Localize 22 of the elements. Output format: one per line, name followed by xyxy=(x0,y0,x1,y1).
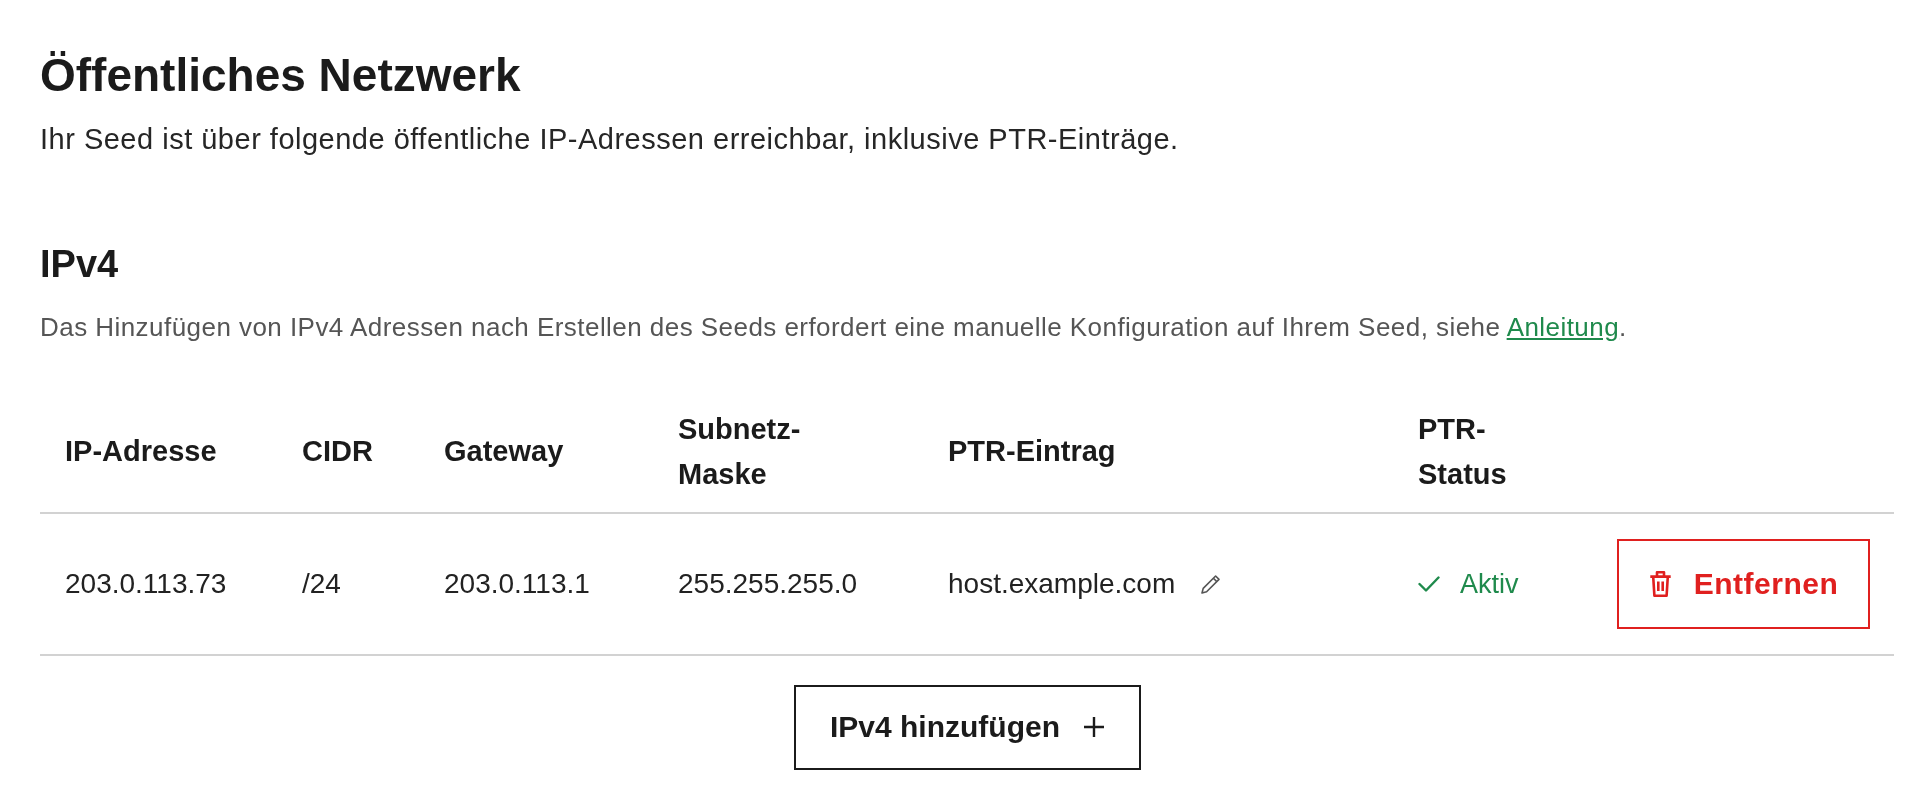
table-cell-text: 203.0.113.73 xyxy=(65,566,227,601)
column-header: PTR-Status xyxy=(1418,411,1507,492)
pencil-icon[interactable] xyxy=(1201,573,1222,594)
plus-icon xyxy=(1084,717,1104,738)
guide-link[interactable]: Anleitung xyxy=(1506,311,1620,342)
section-heading: IPv4 xyxy=(40,242,119,288)
add-ipv4-button[interactable]: IPv4 hinzufügen xyxy=(793,684,1141,770)
trash-icon xyxy=(1648,570,1672,597)
page-title: Öffentliches Netzwerk xyxy=(40,48,521,103)
table-cell-text: /24 xyxy=(302,566,341,601)
page-description: Ihr Seed ist über folgende öffentliche IP-Adressen erreichbar, inklusive PTR-Einträge. xyxy=(40,122,1179,158)
ipv4-note: Das Hinzufügen von IPv4 Adressen nach Erstellen des Seeds erfordert eine manuelle Konfiguration auf Ihrem Seed, siehe Anleitung. xyxy=(40,310,1627,344)
column-header: PTR-Eintrag xyxy=(948,434,1116,470)
column-header: Gateway xyxy=(444,434,564,470)
table-cell-text: host.example.com xyxy=(948,566,1176,601)
column-header: Subnetz-Maske xyxy=(678,411,801,492)
table-cell-text: 203.0.113.1 xyxy=(444,566,590,601)
column-header: CIDR xyxy=(302,434,373,470)
remove-button[interactable]: Entfernen xyxy=(1617,538,1870,629)
status-label: Aktiv xyxy=(1460,567,1519,601)
table-cell-text: 255.255.255.0 xyxy=(678,566,858,601)
column-header: IP-Adresse xyxy=(65,434,217,470)
